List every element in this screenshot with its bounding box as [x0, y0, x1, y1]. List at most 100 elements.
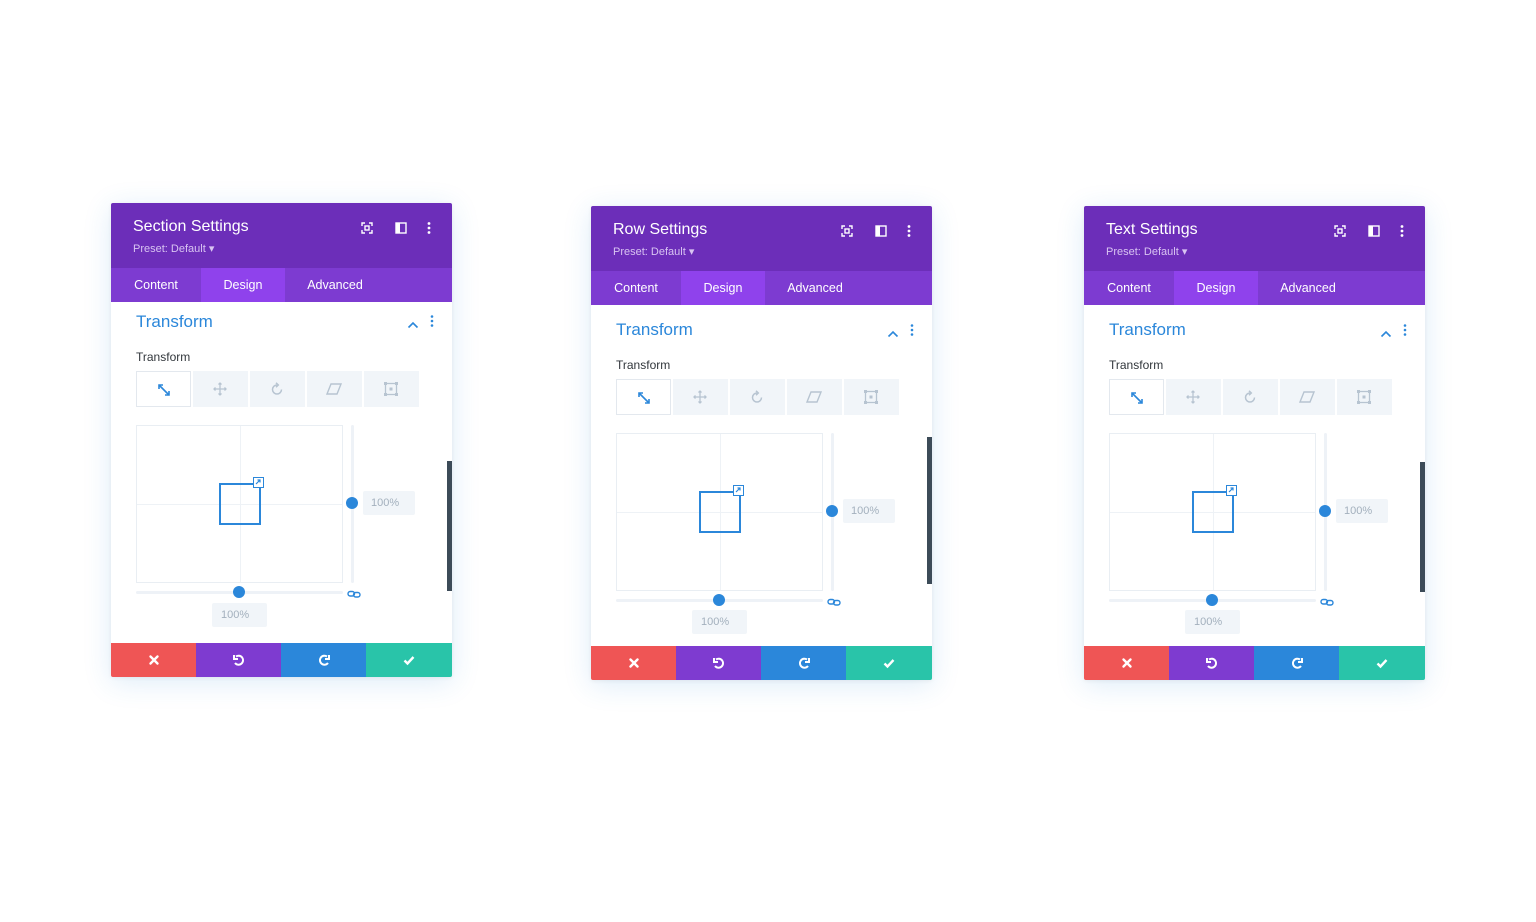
- sidebar-toggle-icon[interactable]: [872, 222, 890, 240]
- more-options-icon[interactable]: [1393, 222, 1411, 240]
- tab-content[interactable]: Content: [111, 268, 201, 302]
- scale-y-slider-handle[interactable]: [826, 505, 838, 517]
- scale-x-value-input[interactable]: 100%: [1185, 610, 1240, 634]
- tab-advanced[interactable]: Advanced: [285, 268, 385, 302]
- discard-button[interactable]: [111, 643, 197, 677]
- scale-handle[interactable]: [733, 485, 744, 496]
- skew-icon: [326, 383, 342, 395]
- tab-design[interactable]: Design: [201, 268, 285, 302]
- scale-tab[interactable]: [616, 379, 671, 415]
- panel-body: Transform Transform 100% 100%: [1084, 305, 1425, 646]
- redo-button[interactable]: [281, 643, 367, 677]
- panel-tabs: Content Design Advanced: [1084, 271, 1425, 305]
- undo-button[interactable]: [1169, 646, 1255, 680]
- save-button[interactable]: [1339, 646, 1425, 680]
- more-options-icon[interactable]: [900, 222, 918, 240]
- panel-tabs: Content Design Advanced: [111, 268, 452, 302]
- scale-x-value-input[interactable]: 100%: [212, 603, 267, 627]
- panel-header: Section Settings Preset: Default ▾: [111, 203, 452, 268]
- origin-tab[interactable]: [364, 371, 419, 407]
- tab-advanced[interactable]: Advanced: [765, 271, 865, 305]
- link-icon[interactable]: [827, 594, 841, 612]
- preset-dropdown[interactable]: Preset: Default ▾: [613, 245, 694, 258]
- scale-preview-grid[interactable]: [616, 433, 823, 591]
- panel-header: Row Settings Preset: Default ▾: [591, 206, 932, 271]
- scale-tab[interactable]: [136, 371, 191, 407]
- save-button[interactable]: [366, 643, 452, 677]
- scale-preview-grid[interactable]: [1109, 433, 1316, 591]
- undo-icon: [713, 657, 724, 669]
- fullscreen-icon[interactable]: [358, 219, 376, 237]
- preset-dropdown[interactable]: Preset: Default ▾: [133, 242, 214, 255]
- scale-x-slider-handle[interactable]: [1206, 594, 1218, 606]
- tab-content[interactable]: Content: [591, 271, 681, 305]
- panel-body: Transform Transform 100% 100%: [591, 305, 932, 646]
- panel-title: Section Settings: [133, 218, 249, 235]
- origin-tab[interactable]: [1337, 379, 1392, 415]
- preset-dropdown[interactable]: Preset: Default ▾: [1106, 245, 1187, 258]
- rotate-tab[interactable]: [250, 371, 305, 407]
- scrollbar[interactable]: [1420, 462, 1425, 592]
- tab-design[interactable]: Design: [681, 271, 765, 305]
- redo-button[interactable]: [1254, 646, 1340, 680]
- link-icon[interactable]: [1320, 594, 1334, 612]
- undo-button[interactable]: [676, 646, 762, 680]
- rotate-icon: [271, 382, 283, 395]
- field-label: Transform: [1109, 358, 1164, 372]
- scale-x-value-input[interactable]: 100%: [692, 610, 747, 634]
- scale-x-slider-handle[interactable]: [713, 594, 725, 606]
- chevron-up-icon[interactable]: [407, 316, 419, 334]
- scrollbar[interactable]: [927, 437, 932, 584]
- rotate-tab[interactable]: [730, 379, 785, 415]
- scale-handle[interactable]: [253, 477, 264, 488]
- section-options-icon[interactable]: [1402, 323, 1408, 342]
- section-title[interactable]: Transform: [616, 320, 693, 340]
- sidebar-toggle-icon[interactable]: [1365, 222, 1383, 240]
- scale-y-value-input[interactable]: 100%: [363, 491, 415, 515]
- scale-y-value-input[interactable]: 100%: [1336, 499, 1388, 523]
- origin-tab[interactable]: [844, 379, 899, 415]
- scale-y-slider-handle[interactable]: [346, 497, 358, 509]
- skew-tab[interactable]: [787, 379, 842, 415]
- section-title[interactable]: Transform: [136, 312, 213, 332]
- scale-icon: [1131, 392, 1143, 404]
- chevron-up-icon[interactable]: [887, 325, 899, 343]
- sidebar-toggle-icon[interactable]: [392, 219, 410, 237]
- skew-tab[interactable]: [307, 371, 362, 407]
- transform-tabs: [616, 379, 901, 415]
- scale-y-slider-handle[interactable]: [1319, 505, 1331, 517]
- fullscreen-icon[interactable]: [838, 222, 856, 240]
- tab-design[interactable]: Design: [1174, 271, 1258, 305]
- scale-preview-grid[interactable]: [136, 425, 343, 583]
- tab-content[interactable]: Content: [1084, 271, 1174, 305]
- save-button[interactable]: [846, 646, 932, 680]
- redo-button[interactable]: [761, 646, 847, 680]
- section-title[interactable]: Transform: [1109, 320, 1186, 340]
- panel-tabs: Content Design Advanced: [591, 271, 932, 305]
- skew-tab[interactable]: [1280, 379, 1335, 415]
- fullscreen-icon[interactable]: [1331, 222, 1349, 240]
- scale-tab[interactable]: [1109, 379, 1164, 415]
- skew-icon: [806, 391, 822, 403]
- translate-tab[interactable]: [1166, 379, 1221, 415]
- scale-y-value-input[interactable]: 100%: [843, 499, 895, 523]
- scale-preview-box: [219, 483, 261, 525]
- discard-button[interactable]: [1084, 646, 1170, 680]
- section-options-icon[interactable]: [429, 314, 435, 333]
- row-settings-panel: Row Settings Preset: Default ▾ Content D…: [591, 206, 932, 680]
- rotate-tab[interactable]: [1223, 379, 1278, 415]
- scrollbar[interactable]: [447, 461, 452, 591]
- translate-tab[interactable]: [673, 379, 728, 415]
- scale-handle[interactable]: [1226, 485, 1237, 496]
- panel-footer: [111, 643, 452, 677]
- more-options-icon[interactable]: [420, 219, 438, 237]
- link-icon[interactable]: [347, 586, 361, 604]
- check-icon: [403, 656, 415, 666]
- scale-x-slider-handle[interactable]: [233, 586, 245, 598]
- discard-button[interactable]: [591, 646, 677, 680]
- chevron-up-icon[interactable]: [1380, 325, 1392, 343]
- undo-button[interactable]: [196, 643, 282, 677]
- tab-advanced[interactable]: Advanced: [1258, 271, 1358, 305]
- section-options-icon[interactable]: [909, 323, 915, 342]
- translate-tab[interactable]: [193, 371, 248, 407]
